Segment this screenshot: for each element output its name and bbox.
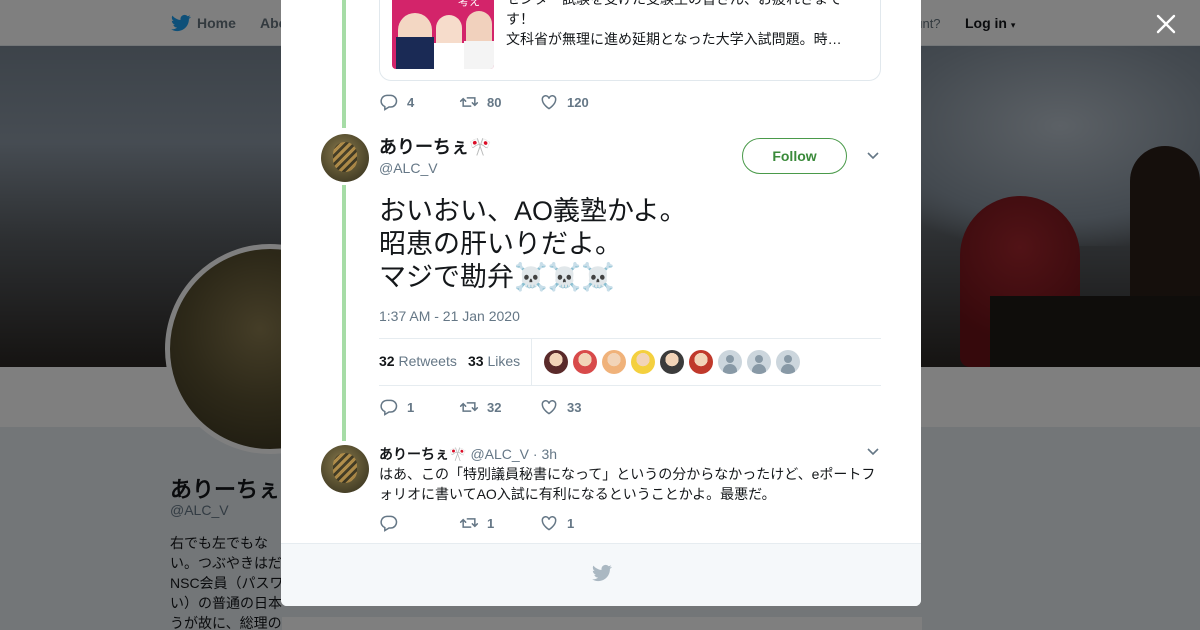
like-button[interactable]: 33 [539,397,581,417]
image-person-clothes [434,43,464,69]
like-button[interactable]: 120 [539,92,589,112]
retweet-icon [459,402,479,412]
heart-icon [541,94,557,110]
like-stat-count: 33 [468,353,484,369]
reply-time[interactable]: · 3h [533,446,557,462]
retweet-button[interactable]: 32 [459,397,539,417]
retweet-count: 1 [487,515,495,531]
heart-icon [541,399,557,415]
reply-count: 4 [407,94,415,110]
like-button[interactable]: 1 [539,513,574,533]
tweet-text-line: マジで勘弁☠️☠️☠️ [379,262,615,292]
tweet-permalink-modal: 考え センター試験を受けた受験生の皆さん、お疲れさまです！ 文科省が無理に進め延… [281,0,921,606]
retweet-icon [459,97,479,107]
liker-avatar[interactable] [573,350,597,374]
reply-author-name[interactable]: ありーちぇ🎌 [379,446,466,462]
retweet-count: 80 [487,94,502,110]
modal-footer [281,543,921,606]
like-count: 1 [567,515,575,531]
author-name[interactable]: ありーちぇ🎌 [379,133,491,159]
retweet-stat-label: Retweets [398,353,457,369]
liker-avatar[interactable] [776,350,800,374]
like-count: 33 [567,399,582,415]
quoted-card-text: センター試験を受けた受験生の皆さん、お疲れさまです！ [506,0,842,27]
like-stat[interactable]: 33 Likes [468,353,520,369]
avatar-tiger-pattern [333,453,357,483]
retweet-stat-count: 32 [379,353,395,369]
reply-icon [380,399,398,416]
liker-avatar[interactable] [718,350,742,374]
retweet-button[interactable]: 80 [459,92,539,112]
tweet-text-line: 昭恵の肝いりだよ。 [379,229,622,259]
avatar-tiger-pattern [333,142,357,172]
reply-button[interactable]: 1 [379,397,459,417]
retweet-stat[interactable]: 32 Retweets [379,353,457,369]
reply-count: 1 [407,399,415,415]
reply-author-avatar[interactable] [321,445,369,493]
quoted-link-card[interactable]: 考え センター試験を受けた受験生の皆さん、お疲れさまです！ 文科省が無理に進め延… [379,0,881,81]
reply-button[interactable]: 4 [379,92,459,112]
chevron-down-icon[interactable] [866,149,880,163]
image-person-clothes [464,41,494,69]
tweet-actions: 1 32 33 [379,395,581,419]
tweet-actions: 4 80 120 [379,90,589,114]
liker-avatars [544,350,805,374]
thread-connector-line [342,185,346,441]
close-icon[interactable] [1154,12,1178,36]
quoted-card-image: 考え [392,0,494,69]
liker-avatar[interactable] [631,350,655,374]
retweet-icon [459,518,479,528]
image-person-suit [396,37,434,69]
follow-button[interactable]: Follow [742,138,847,174]
tweet-stats: 32 Retweets 33 Likes [379,338,881,386]
retweet-count: 32 [487,399,502,415]
reply-icon [380,515,398,532]
twitter-bird-icon [592,564,612,582]
retweet-button[interactable]: 1 [459,513,539,533]
like-count: 120 [567,94,589,110]
heart-icon [541,515,557,531]
author-avatar[interactable] [321,134,369,182]
reply-text: はあ、この「特別議員秘書になって」というの分からなかったけど、eポートフォリオに… [379,466,876,502]
tweet-timestamp[interactable]: 1:37 AM - 21 Jan 2020 [379,308,520,324]
tweet-actions: 1 1 [379,511,574,535]
liker-avatar[interactable] [544,350,568,374]
reply-author-handle[interactable]: @ALC_V [470,446,529,462]
liker-avatar[interactable] [602,350,626,374]
author-handle[interactable]: @ALC_V [379,160,438,176]
liker-avatar[interactable] [660,350,684,374]
liker-avatar[interactable] [747,350,771,374]
reply-button[interactable] [379,513,459,533]
liker-avatar[interactable] [689,350,713,374]
quoted-image-caption: 考え [458,0,480,8]
chevron-down-icon[interactable] [866,445,880,459]
thread-connector-line [342,0,346,128]
reply-header: ありーちぇ🎌 @ALC_V · 3h [379,444,557,464]
tweet-text-line: おいおい、AO義塾かよ。 [379,196,687,226]
tweet-text: おいおい、AO義塾かよ。 昭恵の肝いりだよ。 マジで勘弁☠️☠️☠️ [379,195,687,294]
reply-icon [380,94,398,111]
like-stat-label: Likes [487,353,521,369]
stats-divider [531,339,532,386]
quoted-card-text-2: 文科省が無理に進め延期となった大学入試問題。時… [506,31,842,47]
